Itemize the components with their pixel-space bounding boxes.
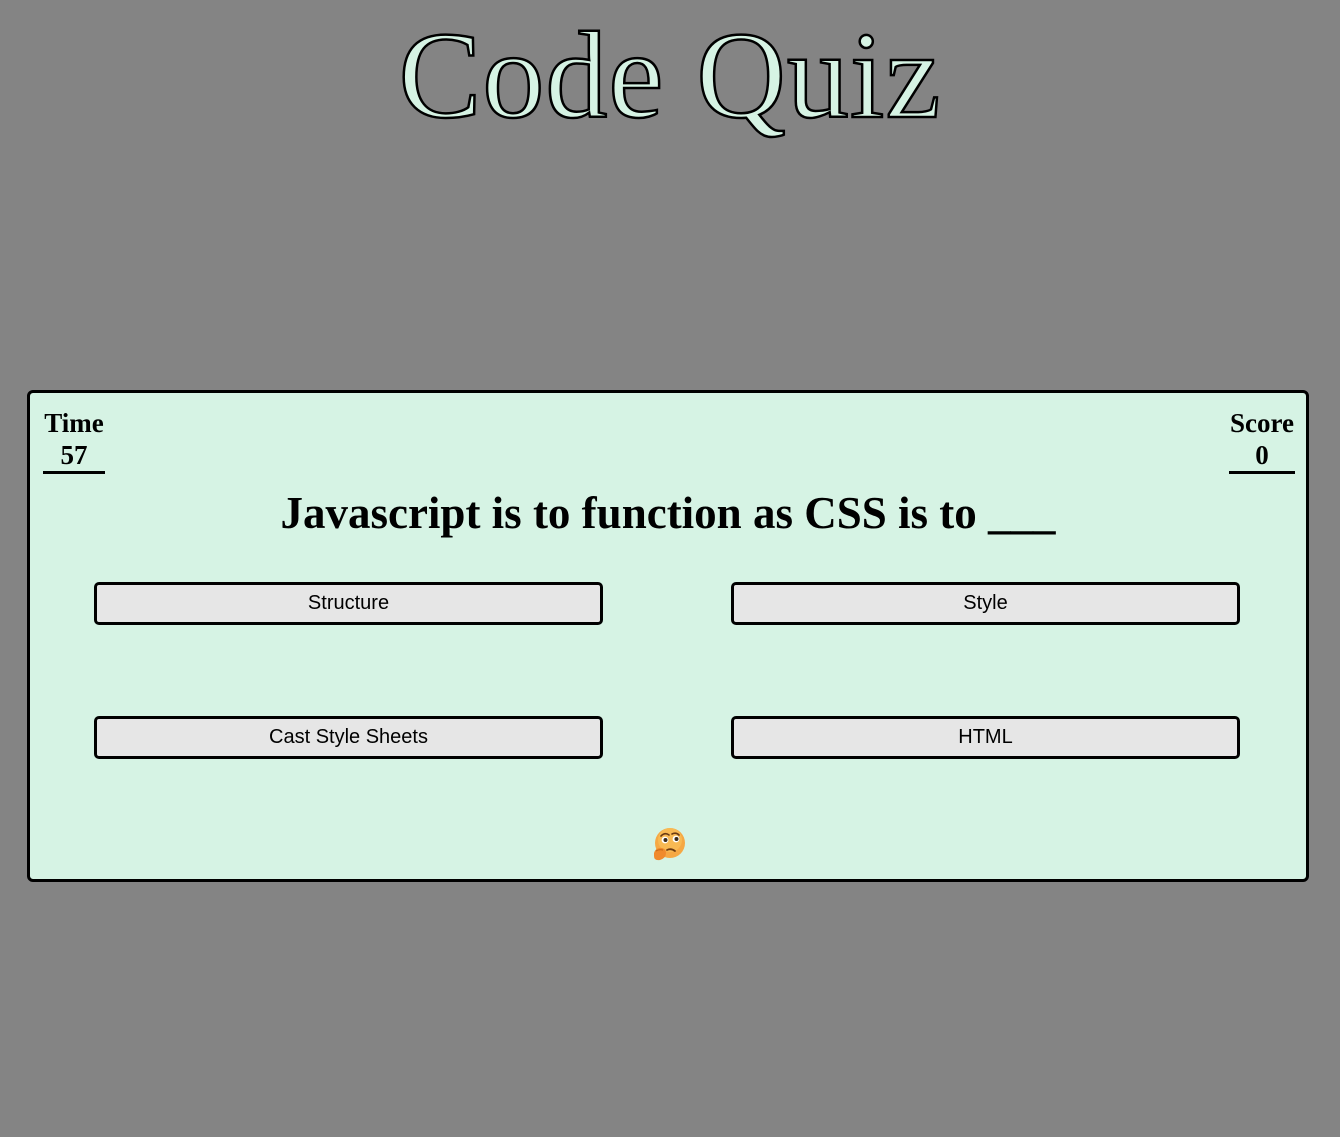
question-text: Javascript is to function as CSS is to _… [280,488,1056,538]
timer: Time 57 [43,407,105,474]
score-value: 0 [1255,440,1269,470]
answer-button-structure[interactable]: Structure [94,582,603,625]
score-label: Score [1230,408,1294,438]
score: Score 0 [1229,407,1295,474]
quiz-card: Time 57 Score 0 Javascript is to functio… [27,390,1309,882]
answer-button-style[interactable]: Style [731,582,1240,625]
answer-button-cast-style-sheets[interactable]: Cast Style Sheets [94,716,603,759]
thinking-face-icon [654,828,685,861]
timer-value: 57 [60,440,88,470]
answer-button-html[interactable]: HTML [731,716,1240,759]
timer-label: Time [44,408,104,438]
page-title: Code Quiz [397,6,942,146]
